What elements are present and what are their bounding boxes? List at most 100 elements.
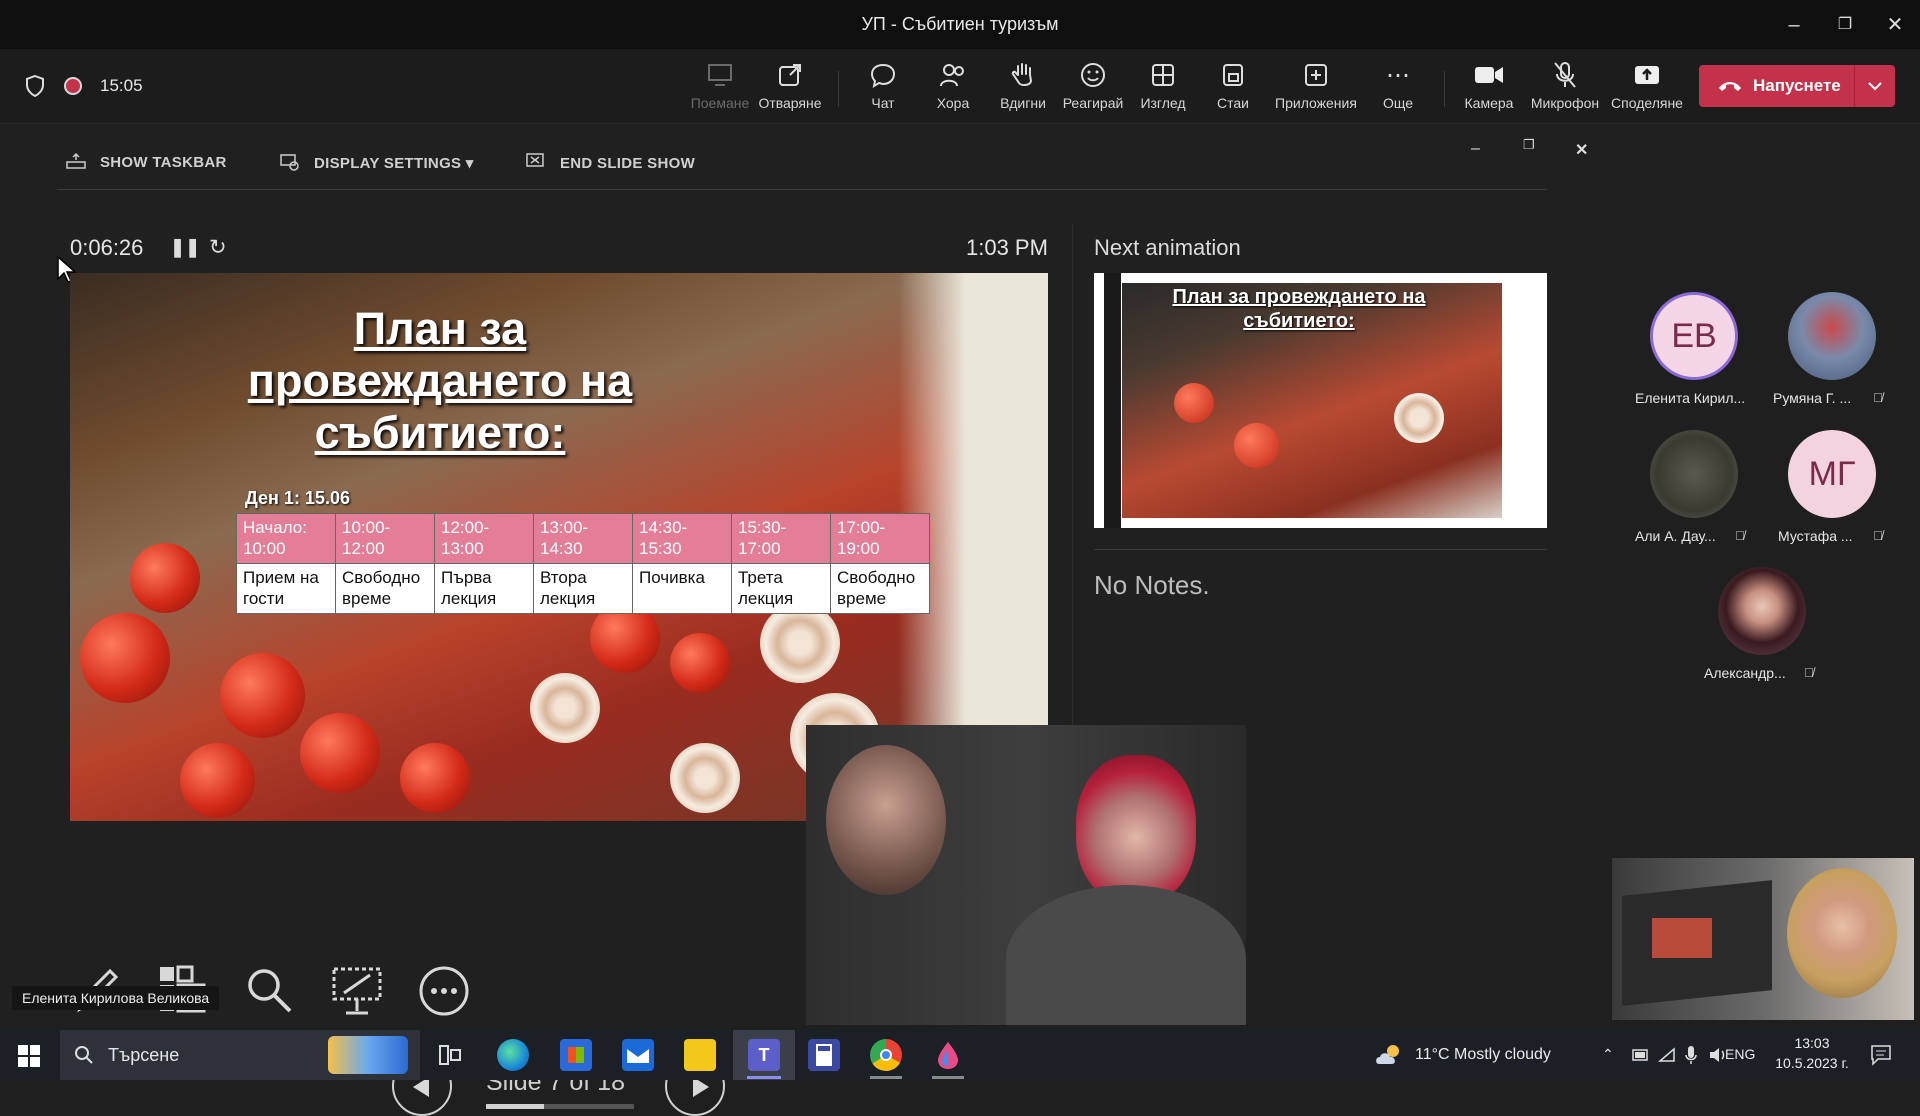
more-options-icon[interactable] xyxy=(418,965,470,1017)
pause-icon[interactable]: ❚❚ xyxy=(170,237,200,258)
end-slide-show-button[interactable]: END SLIDE SHOW xyxy=(526,152,695,172)
schedule-cell: 13:00-14:30 xyxy=(533,513,633,564)
avatar[interactable] xyxy=(1650,430,1738,518)
speaker-name-tooltip: Еленита Кирилова Великова xyxy=(12,986,220,1010)
schedule-cell: Свободно време xyxy=(335,563,435,614)
taskbar-search-box[interactable]: Търсене xyxy=(60,1030,420,1080)
apps-label: Приложения xyxy=(1275,95,1357,111)
next-slide-thumbnail: План за провеждането на събитието: xyxy=(1094,273,1547,528)
meeting-toolbar: 15:05 Поемане Отваряне Чат Хора Вдигни Р… xyxy=(0,49,1920,124)
more-icon: ⋯ xyxy=(1386,61,1410,89)
raise-hand-button[interactable]: Вдигни xyxy=(988,59,1058,111)
schedule-cell: Първа лекция xyxy=(434,563,534,614)
pv-restore-icon[interactable]: ❐ xyxy=(1523,137,1535,153)
avatar[interactable]: МГ xyxy=(1788,430,1876,518)
chrome-icon[interactable] xyxy=(870,1039,902,1071)
microphone-tray-icon[interactable] xyxy=(1684,1045,1698,1065)
next-slide-title: План за провеждането на събитието: xyxy=(1172,286,1426,332)
close-icon[interactable]: ✕ xyxy=(1880,10,1910,40)
schedule-header-row: Начало: 10:00 10:00-12:00 12:00-13:00 13… xyxy=(236,513,930,564)
popout-button[interactable]: Отваряне xyxy=(755,59,825,111)
task-view-icon[interactable] xyxy=(438,1044,462,1066)
paint-drop-icon[interactable] xyxy=(932,1039,964,1071)
restore-icon[interactable]: ❐ xyxy=(1830,10,1860,40)
participant-name: Румяна Г. ... xyxy=(1773,390,1852,406)
chat-icon xyxy=(848,59,918,91)
take-control-label: Поемане xyxy=(690,95,750,111)
language-indicator[interactable]: ENG xyxy=(1725,1046,1755,1062)
store-icon[interactable] xyxy=(560,1039,592,1071)
share-icon xyxy=(1606,59,1688,91)
participant-name: Еленита Кирил... xyxy=(1635,390,1746,406)
view-button[interactable]: Изглед xyxy=(1128,59,1198,111)
minimize-icon[interactable]: – xyxy=(1779,10,1809,40)
raise-hand-icon xyxy=(988,59,1058,91)
window-title: УП - Събитиен туризъм xyxy=(861,14,1059,34)
avatar[interactable] xyxy=(1788,292,1876,380)
schedule-cell: 15:30-17:00 xyxy=(731,513,831,564)
rooms-button[interactable]: Стаи xyxy=(1198,59,1268,111)
schedule-cell: 12:00-13:00 xyxy=(434,513,534,564)
avatar[interactable]: ЕВ xyxy=(1650,292,1738,380)
leave-button[interactable]: Напуснете xyxy=(1699,65,1895,107)
leave-label: Напуснете xyxy=(1753,76,1841,95)
zoom-icon[interactable] xyxy=(244,965,296,1015)
slide-timer: 0:06:26 xyxy=(70,235,144,260)
black-screen-icon[interactable] xyxy=(330,965,384,1017)
apps-button[interactable]: Приложения xyxy=(1274,59,1358,111)
camera-button[interactable]: Камера xyxy=(1454,59,1524,111)
edge-icon[interactable] xyxy=(497,1039,529,1071)
show-taskbar-button[interactable]: SHOW TASKBAR xyxy=(66,152,227,171)
schedule-cell: Прием на гости xyxy=(236,563,336,614)
end-slide-show-label: END SLIDE SHOW xyxy=(560,155,696,172)
end-show-icon xyxy=(526,153,544,167)
notifications-icon[interactable] xyxy=(1870,1044,1892,1066)
speaker-notes: No Notes. xyxy=(1094,570,1210,600)
react-button[interactable]: Реагирай xyxy=(1058,59,1128,111)
mail-icon[interactable] xyxy=(622,1039,654,1071)
participant-name: Мустафа ... xyxy=(1778,528,1853,544)
teams-taskbar-item[interactable]: T xyxy=(733,1030,795,1080)
clock: 1:03 PM xyxy=(966,235,1048,260)
chat-label: Чат xyxy=(871,95,895,111)
popout-label: Отваряне xyxy=(758,95,822,111)
microphone-button[interactable]: Микрофон xyxy=(1524,59,1606,111)
schedule-cell: Свободно време xyxy=(830,563,930,614)
schedule-cell: Трета лекция xyxy=(731,563,831,614)
taskbar-clock[interactable]: 13:03 10.5.2023 г. xyxy=(1772,1035,1852,1071)
avatar[interactable] xyxy=(1718,567,1806,655)
schedule-cell: 14:30-15:30 xyxy=(632,513,732,564)
take-control-button[interactable]: Поемане xyxy=(685,59,755,111)
restart-timer-icon[interactable]: ↻ xyxy=(209,235,227,260)
popout-icon xyxy=(755,59,825,91)
more-button[interactable]: ⋯ Още xyxy=(1363,59,1433,112)
battery-icon[interactable] xyxy=(1632,1048,1650,1062)
search-highlight-icon xyxy=(328,1036,408,1074)
search-icon xyxy=(75,1046,93,1064)
taskbar-icon xyxy=(66,152,86,169)
people-icon xyxy=(918,59,988,91)
display-settings-button[interactable]: DISPLAY SETTINGS ▾ xyxy=(280,152,474,172)
chat-button[interactable]: Чат xyxy=(848,59,918,111)
calculator-icon[interactable] xyxy=(808,1039,840,1071)
chevron-down-icon[interactable] xyxy=(1867,79,1883,93)
avatar-initials: ЕВ xyxy=(1671,317,1717,355)
mic-off-icon xyxy=(1524,59,1606,91)
rooms-label: Стаи xyxy=(1217,95,1249,111)
camera-label: Камера xyxy=(1464,95,1514,111)
pv-minimize-icon[interactable]: – xyxy=(1471,140,1480,158)
microphone-label: Микрофон xyxy=(1530,95,1600,111)
schedule-cell: 17:00-19:00 xyxy=(830,513,930,564)
participant-name: Александр... xyxy=(1704,665,1786,681)
windows-start-icon[interactable] xyxy=(18,1045,40,1067)
weather-cloudy-icon[interactable] xyxy=(1373,1042,1405,1068)
smile-icon xyxy=(1058,59,1128,91)
share-button[interactable]: Споделяне xyxy=(1606,59,1688,111)
people-button[interactable]: Хора xyxy=(918,59,988,111)
chevron-up-icon[interactable]: ⌃ xyxy=(1602,1046,1614,1063)
sticky-notes-icon[interactable] xyxy=(684,1039,716,1071)
schedule-table: Начало: 10:00 10:00-12:00 12:00-13:00 13… xyxy=(236,513,930,614)
network-icon[interactable] xyxy=(1658,1047,1676,1063)
pv-close-icon[interactable]: ✕ xyxy=(1575,140,1588,160)
weather-text[interactable]: 11°C Mostly cloudy xyxy=(1415,1046,1551,1064)
